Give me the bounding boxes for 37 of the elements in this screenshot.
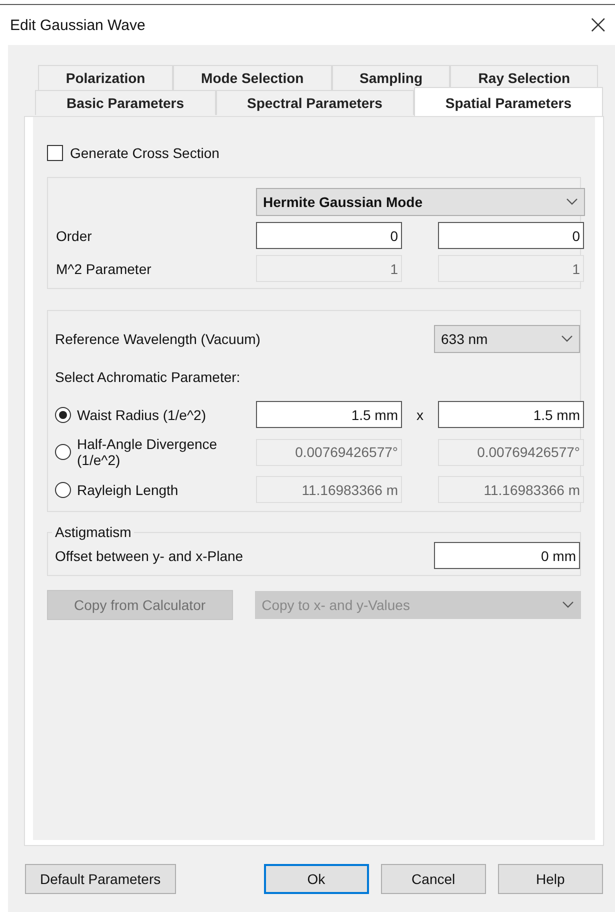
radio-label: Waist Radius (1/e^2) bbox=[77, 406, 207, 422]
radio-button[interactable] bbox=[55, 406, 71, 422]
tab[interactable]: Mode Selection bbox=[173, 65, 332, 90]
number-field[interactable]: 1.5 mm bbox=[438, 401, 584, 428]
close-button[interactable]: × bbox=[581, 10, 615, 40]
wavelength-dropdown[interactable]: 633 nm bbox=[434, 325, 580, 353]
dialog-button[interactable]: Default Parameters bbox=[25, 864, 176, 894]
chevron-down-icon bbox=[562, 601, 574, 609]
window-title: Edit Gaussian Wave bbox=[10, 16, 146, 34]
dialog-button[interactable]: Cancel bbox=[380, 864, 486, 894]
field-label: M^2 Parameter bbox=[56, 260, 152, 276]
field-label: Offset between y- and x-Plane bbox=[55, 548, 244, 564]
checkbox-label: Generate Cross Section bbox=[70, 145, 220, 161]
tab[interactable]: Spatial Parameters bbox=[414, 87, 603, 117]
checkbox[interactable] bbox=[47, 145, 63, 161]
radio-button[interactable] bbox=[55, 444, 71, 460]
separator-label: x bbox=[416, 406, 424, 422]
radio-label: Rayleigh Length bbox=[77, 482, 180, 498]
radio-label: Half-Angle Divergence (1/e^2) bbox=[77, 436, 218, 468]
radio-button[interactable] bbox=[55, 482, 71, 498]
number-field[interactable]: 0 bbox=[438, 222, 584, 249]
tab[interactable]: Sampling bbox=[332, 65, 450, 90]
number-field[interactable]: 0 mm bbox=[434, 542, 580, 569]
section-label: Select Achromatic Parameter: bbox=[55, 369, 242, 385]
field-label: Reference Wavelength (Vacuum) bbox=[55, 331, 260, 347]
field-label: Order bbox=[56, 228, 93, 244]
dialog-button[interactable]: Help bbox=[498, 864, 603, 894]
number-field[interactable]: 0 bbox=[256, 222, 402, 249]
dialog-button[interactable]: Ok bbox=[264, 864, 369, 894]
chevron-down-icon bbox=[561, 335, 573, 343]
number-field[interactable]: 1.5 mm bbox=[256, 401, 402, 428]
tab[interactable]: Spectral Parameters bbox=[216, 90, 414, 115]
tab[interactable]: Polarization bbox=[38, 65, 174, 90]
mode-dropdown[interactable]: Hermite Gaussian Mode bbox=[256, 188, 585, 216]
group-title: Astigmatism bbox=[54, 524, 132, 540]
chevron-down-icon bbox=[566, 198, 578, 206]
tab[interactable]: Basic Parameters bbox=[35, 90, 216, 115]
